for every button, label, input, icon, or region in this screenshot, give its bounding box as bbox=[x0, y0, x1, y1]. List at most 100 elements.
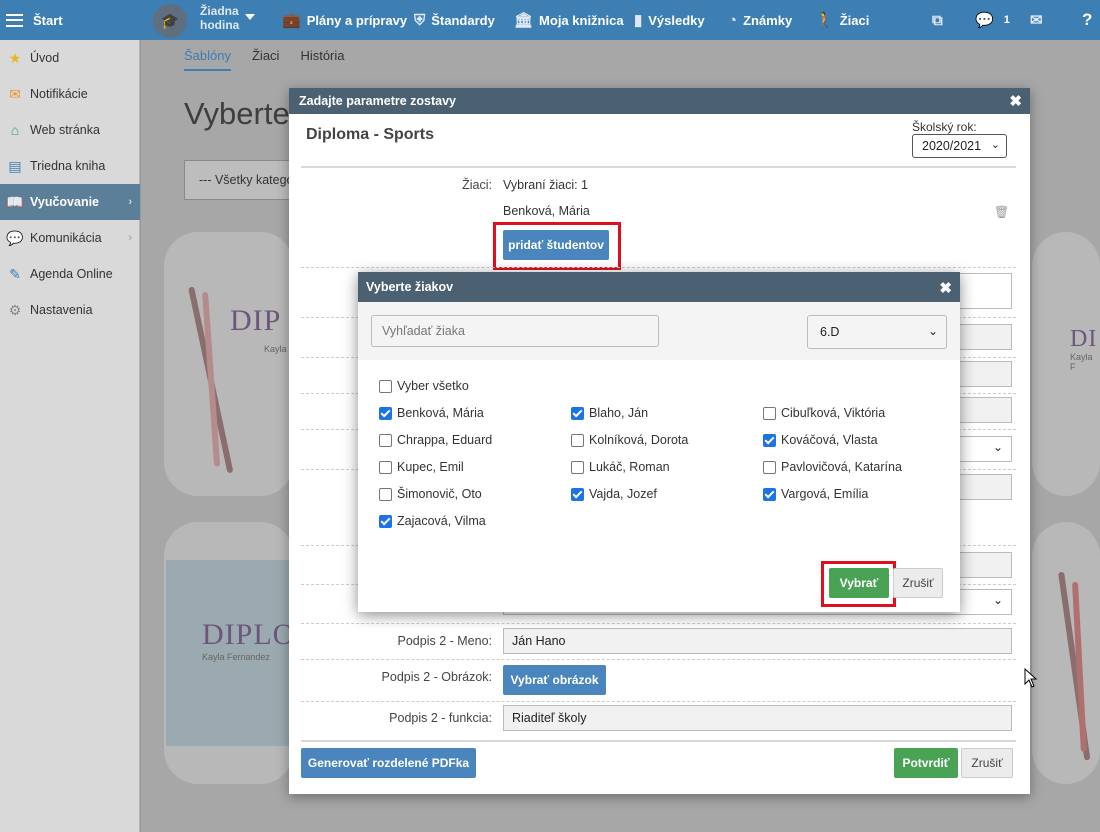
student-name: Šimonovič, Oto bbox=[397, 487, 482, 501]
student-checkbox[interactable]: Zajacová, Vilma bbox=[379, 514, 486, 528]
class-select[interactable]: 6.D ⌄ bbox=[807, 315, 947, 349]
signature2-name-field[interactable]: Ján Hano bbox=[503, 628, 1012, 654]
lesson-label: Žiadna hodina bbox=[200, 4, 240, 32]
checkbox-checked[interactable] bbox=[763, 433, 776, 447]
checkbox-unchecked[interactable] bbox=[379, 379, 392, 393]
cast-button[interactable]: ⧉ bbox=[932, 0, 949, 40]
template-card[interactable]: DIPLO Kayla Fernandez bbox=[164, 522, 294, 784]
hockey-stick-image bbox=[202, 291, 221, 467]
start-menu[interactable]: Štart bbox=[0, 0, 63, 40]
student-checkbox[interactable]: Kováčová, Vlasta bbox=[763, 433, 878, 447]
nav-students[interactable]: 🚶 Žiaci bbox=[815, 0, 869, 40]
sidebar-item-notifications[interactable]: ✉ Notifikácie bbox=[0, 76, 140, 112]
trash-icon[interactable]: 🗑 bbox=[994, 205, 1009, 219]
cancel-button[interactable]: Zrušiť bbox=[893, 568, 943, 598]
nav-results[interactable]: ▮ Výsledky bbox=[634, 0, 705, 40]
student-search-input[interactable]: Vyhľadať žiaka bbox=[371, 315, 659, 347]
sidebar-item-label: Web stránka bbox=[30, 123, 100, 137]
student-name: Kupec, Emil bbox=[397, 460, 464, 474]
student-checkbox[interactable]: Šimonovič, Oto bbox=[379, 487, 482, 501]
checkbox-unchecked[interactable] bbox=[571, 433, 584, 447]
chat-bubbles-icon: 💬 bbox=[975, 12, 994, 29]
tab-history[interactable]: História bbox=[300, 48, 344, 71]
sidebar-item-settings[interactable]: ⚙ Nastavenia bbox=[0, 292, 140, 328]
generate-pdfs-button[interactable]: Generovať rozdelené PDFka bbox=[301, 748, 476, 778]
student-checkbox[interactable]: Pavlovičová, Katarína bbox=[763, 460, 902, 474]
student-checkbox[interactable]: Chrappa, Eduard bbox=[379, 433, 492, 447]
tab-students[interactable]: Žiaci bbox=[252, 48, 279, 71]
student-checkbox[interactable]: Kupec, Emil bbox=[379, 460, 464, 474]
sidebar-item-label: Notifikácie bbox=[30, 87, 88, 101]
checkbox-unchecked[interactable] bbox=[379, 460, 392, 474]
select-all-checkbox[interactable]: Vyber všetko bbox=[379, 379, 469, 393]
category-select[interactable]: --- Všetky kategó bbox=[184, 160, 294, 200]
checkbox-unchecked[interactable] bbox=[379, 433, 392, 447]
help-button[interactable]: ? bbox=[1082, 0, 1092, 40]
messages-button[interactable]: 💬 1 bbox=[975, 0, 1010, 40]
sidebar-item-label: Triedna kniha bbox=[30, 159, 106, 173]
diploma-name: Kayla Fernandez bbox=[202, 652, 271, 662]
signature2-name-label: Podpis 2 - Meno: bbox=[397, 634, 493, 648]
student-checkbox[interactable]: Lukáč, Roman bbox=[571, 460, 670, 474]
cast-icon: ⧉ bbox=[932, 11, 943, 29]
page-title: Vyberte bbox=[184, 96, 290, 131]
sidebar-item-class-book[interactable]: ▤ Triedna kniha bbox=[0, 148, 140, 184]
sidebar: ★ Úvod ✉ Notifikácie ⌂ Web stránka ▤ Tri… bbox=[0, 40, 140, 832]
nav-plans[interactable]: 💼 Plány a prípravy bbox=[282, 0, 407, 40]
student-checkbox[interactable]: Blaho, Ján bbox=[571, 406, 648, 420]
template-card[interactable] bbox=[1032, 522, 1100, 784]
chevron-down-icon: ⌄ bbox=[927, 324, 938, 338]
checkbox-checked[interactable] bbox=[763, 487, 776, 501]
checkbox-unchecked[interactable] bbox=[763, 460, 776, 474]
divider bbox=[301, 659, 1016, 660]
modal-title: Zadajte parametre zostavy bbox=[299, 94, 457, 108]
student-checkbox[interactable]: Cibuľková, Viktória bbox=[763, 406, 885, 420]
sidebar-item-teaching[interactable]: 📖 Vyučovanie › bbox=[0, 184, 140, 220]
signature2-function-field[interactable]: Riaditeľ školy bbox=[503, 705, 1012, 731]
checkbox-checked[interactable] bbox=[571, 487, 584, 501]
hat-icon[interactable]: 🎓 bbox=[153, 4, 187, 38]
student-checkbox[interactable]: Kolníková, Dorota bbox=[571, 433, 688, 447]
template-card[interactable]: DIP Kayla bbox=[164, 232, 294, 496]
signature2-function-label: Podpis 2 - funkcia: bbox=[389, 711, 492, 725]
sidebar-item-label: Agenda Online bbox=[30, 267, 113, 281]
students-icon: 🚶 bbox=[815, 12, 834, 29]
mail-button[interactable]: ✉ bbox=[1030, 0, 1049, 40]
tab-templates[interactable]: Šablóny bbox=[184, 48, 231, 71]
chevron-down-icon[interactable] bbox=[245, 14, 255, 20]
sidebar-item-uvod[interactable]: ★ Úvod bbox=[0, 40, 140, 76]
checkbox-unchecked[interactable] bbox=[763, 406, 776, 420]
nav-results-label: Výsledky bbox=[648, 12, 705, 28]
close-icon[interactable]: ✖ bbox=[939, 279, 952, 297]
lesson-selector[interactable]: Žiadna hodina bbox=[200, 4, 240, 32]
chevron-right-icon: › bbox=[128, 232, 132, 244]
home-icon: ⌂ bbox=[10, 122, 20, 138]
select-image-button[interactable]: Vybrať obrázok bbox=[503, 665, 606, 695]
student-checkbox[interactable]: Benková, Mária bbox=[379, 406, 484, 420]
student-checkbox[interactable]: Vargová, Emília bbox=[763, 487, 868, 501]
diploma-name: Kayla bbox=[264, 344, 287, 354]
diploma-heading: DIPLO bbox=[202, 618, 294, 651]
close-icon[interactable]: ✖ bbox=[1009, 92, 1022, 110]
confirm-button[interactable]: Potvrdiť bbox=[894, 748, 958, 778]
template-card[interactable]: DI Kayla F bbox=[1032, 232, 1100, 496]
checkbox-unchecked[interactable] bbox=[379, 487, 392, 501]
student-name: Pavlovičová, Katarína bbox=[781, 460, 902, 474]
start-label: Štart bbox=[33, 12, 63, 28]
checkbox-checked[interactable] bbox=[571, 406, 584, 420]
student-checkbox[interactable]: Vajda, Jozef bbox=[571, 487, 657, 501]
nav-grades[interactable]: ◔ Známky bbox=[728, 0, 792, 40]
checkbox-checked[interactable] bbox=[379, 514, 392, 528]
sidebar-item-communication[interactable]: 💬 Komunikácia › bbox=[0, 220, 140, 256]
cancel-button[interactable]: Zrušiť bbox=[961, 748, 1013, 778]
school-year-select[interactable]: 2020/2021 ⌄ bbox=[912, 134, 1007, 158]
student-name: Zajacová, Vilma bbox=[397, 514, 486, 528]
checkbox-unchecked[interactable] bbox=[571, 460, 584, 474]
nav-grades-label: Známky bbox=[743, 12, 793, 28]
sidebar-item-agenda[interactable]: ✎ Agenda Online bbox=[0, 256, 140, 292]
nav-library[interactable]: 🏛 Moja knižnica bbox=[514, 0, 624, 40]
modal-header: Zadajte parametre zostavy ✖ bbox=[289, 88, 1030, 114]
sidebar-item-website[interactable]: ⌂ Web stránka bbox=[0, 112, 140, 148]
nav-standards[interactable]: ⛨ Štandardy bbox=[414, 0, 495, 40]
checkbox-checked[interactable] bbox=[379, 406, 392, 420]
